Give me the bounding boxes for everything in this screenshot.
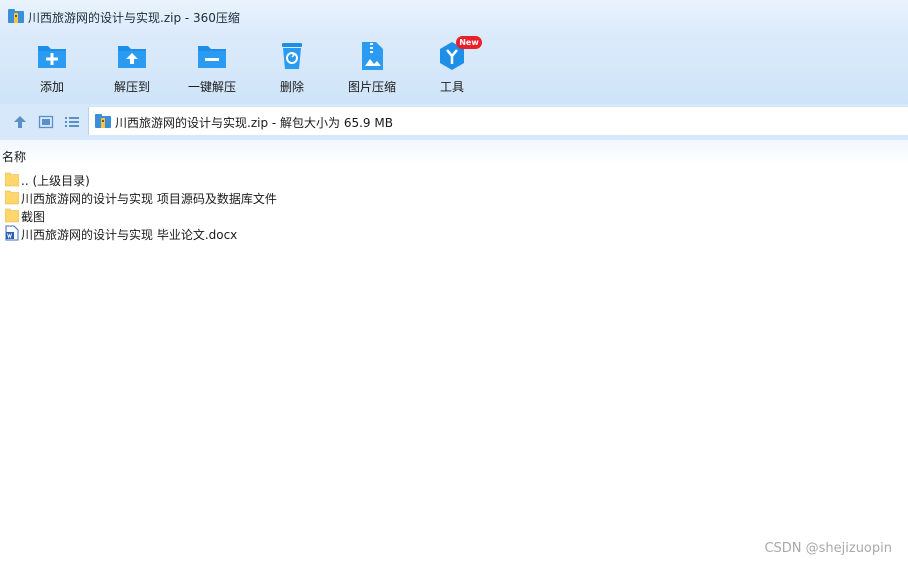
list-item-name: 川西旅游网的设计与实现 项目源码及数据库文件 [21, 192, 277, 206]
delete-icon [282, 43, 302, 69]
image-compress-label: 图片压缩 [347, 80, 396, 94]
one-click-extract-label: 一键解压 [187, 80, 236, 94]
folder-icon [5, 172, 19, 187]
extract-to-button[interactable]: 解压到 [96, 38, 168, 100]
toolbar: 添加 解压到 一键解压 删除 图片压缩 New 工具 [0, 32, 908, 104]
add-icon [38, 46, 66, 68]
zip-archive-icon [8, 9, 24, 23]
list-item-name: 川西旅游网的设计与实现 毕业论文.docx [21, 228, 238, 242]
zip-archive-icon [95, 114, 111, 128]
address-text: 川西旅游网的设计与实现.zip - 解包大小为 65.9 MB [115, 116, 393, 130]
window-title: 川西旅游网的设计与实现.zip - 360压缩 [28, 11, 240, 25]
title-bar: 川西旅游网的设计与实现.zip - 360压缩 [0, 0, 908, 32]
list-item[interactable]: 川西旅游网的设计与实现 毕业论文.docx [0, 224, 300, 242]
delete-label: 删除 [279, 80, 304, 94]
image-compress-icon [362, 42, 383, 70]
one-click-extract-button[interactable]: 一键解压 [176, 38, 248, 100]
list-item-name: 截图 [21, 210, 46, 224]
list-item-parent-directory[interactable]: .. (上级目录) [0, 170, 300, 188]
tools-label: 工具 [439, 80, 464, 94]
column-header: 名称 [0, 140, 908, 164]
extract-to-icon [118, 46, 146, 68]
thumbnail-view-icon[interactable] [38, 114, 54, 130]
up-arrow-icon[interactable] [12, 114, 28, 130]
extract-to-label: 解压到 [113, 80, 150, 94]
add-button[interactable]: 添加 [16, 38, 88, 100]
tools-button[interactable]: New 工具 [416, 36, 488, 100]
watermark: CSDN @shejizuopin [764, 541, 892, 556]
address-bar[interactable]: 川西旅游网的设计与实现.zip - 解包大小为 65.9 MB [88, 107, 908, 135]
folder-icon [5, 208, 19, 223]
list-view-icon[interactable] [64, 114, 80, 130]
add-label: 添加 [39, 80, 64, 94]
new-badge: New [456, 36, 482, 49]
column-header-name[interactable]: 名称 [2, 148, 26, 165]
list-item[interactable]: 截图 [0, 206, 300, 224]
list-item-name: .. (上级目录) [21, 174, 90, 188]
address-row: 川西旅游网的设计与实现.zip - 解包大小为 65.9 MB [0, 104, 908, 140]
list-item[interactable]: 川西旅游网的设计与实现 项目源码及数据库文件 [0, 188, 300, 206]
one-click-extract-icon [198, 46, 226, 68]
word-document-icon [5, 225, 19, 241]
folder-icon [5, 190, 19, 205]
file-list: 名称 .. (上级目录) 川西旅游网的设计与实现 项目源码及数据库文件 截图 川… [0, 140, 908, 566]
image-compress-button[interactable]: 图片压缩 [336, 38, 408, 100]
delete-button[interactable]: 删除 [256, 38, 328, 100]
